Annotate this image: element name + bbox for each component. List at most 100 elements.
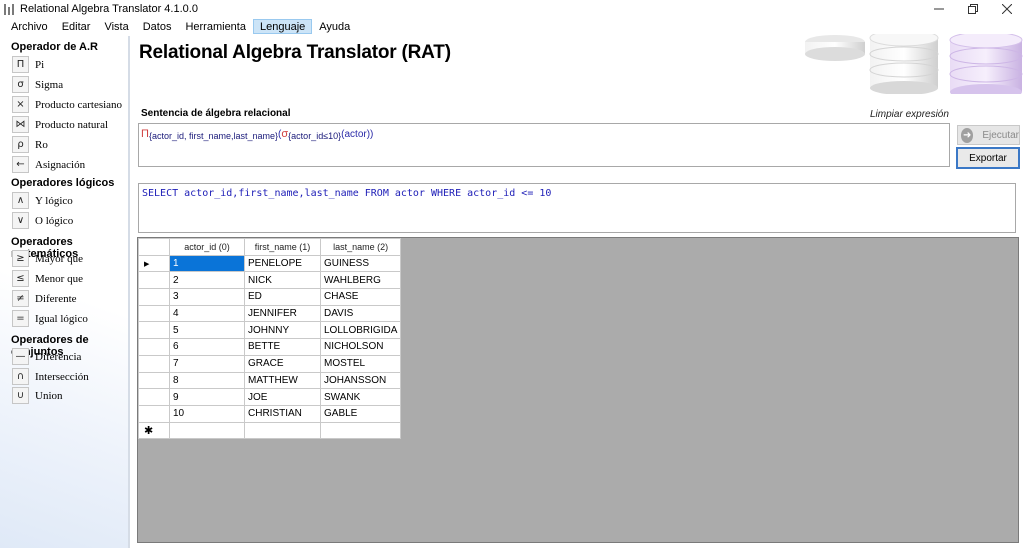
operator-assignment[interactable]: ← Asignación: [12, 156, 85, 173]
table-row[interactable]: 4 JENNIFER DAVIS: [138, 304, 402, 323]
pi-icon[interactable]: Π: [12, 56, 29, 73]
menu-ayuda[interactable]: Ayuda: [312, 19, 357, 34]
table-row[interactable]: 2 NICK WAHLBERG: [138, 271, 402, 290]
operator-sigma[interactable]: σ Sigma: [12, 76, 63, 93]
table-cell[interactable]: GABLE: [319, 404, 402, 423]
close-icon[interactable]: [990, 0, 1024, 18]
menu-lenguaje[interactable]: Lenguaje: [252, 19, 313, 34]
row-header[interactable]: [138, 338, 170, 356]
row-header[interactable]: [138, 371, 170, 390]
table-cell[interactable]: JOHNNY: [244, 321, 321, 340]
new-row[interactable]: ✱: [138, 421, 402, 440]
table-cell[interactable]: MOSTEL: [319, 354, 402, 373]
and-icon[interactable]: ∧: [12, 192, 29, 209]
table-cell[interactable]: 6: [169, 338, 245, 356]
table-cell[interactable]: LOLLOBRIGIDA: [319, 321, 402, 340]
menu-vista[interactable]: Vista: [97, 19, 135, 34]
row-header[interactable]: [138, 321, 170, 340]
operator-or[interactable]: ∨ O lógico: [12, 212, 73, 229]
union-icon[interactable]: ∪: [12, 387, 29, 404]
table-row[interactable]: 8 MATTHEW JOHANSSON: [138, 371, 402, 390]
table-cell[interactable]: 4: [169, 304, 245, 323]
operator-natural-join[interactable]: ⋈ Producto natural: [12, 116, 108, 133]
minimize-icon[interactable]: [922, 0, 956, 18]
restore-icon[interactable]: [956, 0, 990, 18]
less-equal-icon[interactable]: ≤: [12, 270, 29, 287]
left-arrow-icon[interactable]: ←: [12, 156, 29, 173]
table-cell[interactable]: 10: [169, 404, 245, 423]
times-icon[interactable]: ×: [12, 96, 29, 113]
table-row[interactable]: 3 ED CHASE: [138, 288, 402, 306]
table-cell[interactable]: MATTHEW: [244, 371, 321, 390]
table-cell[interactable]: CHRISTIAN: [244, 404, 321, 423]
export-button[interactable]: Exportar: [956, 147, 1020, 169]
operator-union[interactable]: ∪ Union: [12, 387, 63, 404]
row-header[interactable]: [138, 388, 170, 406]
table-cell[interactable]: 2: [169, 271, 245, 290]
operator-pi[interactable]: Π Pi: [12, 56, 44, 73]
table-cell[interactable]: NICHOLSON: [319, 338, 402, 356]
operator-not-equal[interactable]: ≠ Diferente: [12, 290, 77, 307]
table-cell[interactable]: 1: [169, 254, 245, 273]
table-cell[interactable]: GRACE: [244, 354, 321, 373]
new-row-cell[interactable]: [319, 421, 402, 440]
sql-output[interactable]: SELECT actor_id,first_name,last_name FRO…: [138, 183, 1016, 233]
grid-corner[interactable]: [138, 238, 170, 256]
rho-icon[interactable]: ρ: [12, 136, 29, 153]
execute-button[interactable]: ➜ Ejecutar: [957, 125, 1020, 145]
table-cell[interactable]: JOE: [244, 388, 321, 406]
table-cell[interactable]: GUINESS: [319, 254, 402, 273]
operator-cartesian-product[interactable]: × Producto cartesiano: [12, 96, 122, 113]
row-header[interactable]: [138, 304, 170, 323]
or-icon[interactable]: ∨: [12, 212, 29, 229]
table-cell[interactable]: ED: [244, 288, 321, 306]
current-row-indicator[interactable]: ▶: [138, 254, 170, 273]
operator-less-equal[interactable]: ≤ Menor que: [12, 270, 83, 287]
column-header-last-name[interactable]: last_name (2): [319, 238, 402, 256]
menu-archivo[interactable]: Archivo: [4, 19, 55, 34]
row-header[interactable]: [138, 404, 170, 423]
row-header[interactable]: [138, 271, 170, 290]
operator-difference[interactable]: — Diferencia: [12, 348, 81, 365]
menu-herramienta[interactable]: Herramienta: [178, 19, 253, 34]
table-row[interactable]: 10 CHRISTIAN GABLE: [138, 404, 402, 423]
table-cell[interactable]: 3: [169, 288, 245, 306]
not-equal-icon[interactable]: ≠: [12, 290, 29, 307]
bowtie-icon[interactable]: ⋈: [12, 116, 29, 133]
table-cell[interactable]: 8: [169, 371, 245, 390]
table-cell[interactable]: NICK: [244, 271, 321, 290]
new-row-cell[interactable]: [169, 421, 245, 440]
table-cell[interactable]: 9: [169, 388, 245, 406]
column-header-actor-id[interactable]: actor_id (0): [169, 238, 245, 256]
table-cell[interactable]: BETTE: [244, 338, 321, 356]
clear-expression-link[interactable]: Limpiar expresión: [870, 109, 949, 120]
table-row[interactable]: 9 JOE SWANK: [138, 388, 402, 406]
table-cell[interactable]: 5: [169, 321, 245, 340]
table-cell[interactable]: DAVIS: [319, 304, 402, 323]
greater-equal-icon[interactable]: ≥: [12, 250, 29, 267]
sigma-icon[interactable]: σ: [12, 76, 29, 93]
row-header[interactable]: [138, 354, 170, 373]
table-cell[interactable]: PENELOPE: [244, 254, 321, 273]
table-cell[interactable]: WAHLBERG: [319, 271, 402, 290]
operator-intersection[interactable]: ∩ Intersección: [12, 368, 89, 385]
table-cell[interactable]: JOHANSSON: [319, 371, 402, 390]
algebra-expression-input[interactable]: Π{actor_id, first_name,last_name}(σ{acto…: [138, 123, 950, 167]
results-grid[interactable]: actor_id (0) first_name (1) last_name (2…: [137, 237, 1019, 543]
table-cell[interactable]: JENNIFER: [244, 304, 321, 323]
new-row-cell[interactable]: [244, 421, 321, 440]
table-cell[interactable]: CHASE: [319, 288, 402, 306]
table-row[interactable]: 5 JOHNNY LOLLOBRIGIDA: [138, 321, 402, 340]
menu-datos[interactable]: Datos: [136, 19, 179, 34]
operator-greater-equal[interactable]: ≥ Mayor que: [12, 250, 83, 267]
table-cell[interactable]: 7: [169, 354, 245, 373]
table-row[interactable]: 7 GRACE MOSTEL: [138, 354, 402, 373]
row-header[interactable]: [138, 288, 170, 306]
operator-equal[interactable]: = Igual lógico: [12, 310, 88, 327]
table-row[interactable]: ▶ 1 PENELOPE GUINESS: [138, 254, 402, 273]
minus-icon[interactable]: —: [12, 348, 29, 365]
operator-and[interactable]: ∧ Y lógico: [12, 192, 73, 209]
column-header-first-name[interactable]: first_name (1): [244, 238, 321, 256]
menu-editar[interactable]: Editar: [55, 19, 98, 34]
table-cell[interactable]: SWANK: [319, 388, 402, 406]
